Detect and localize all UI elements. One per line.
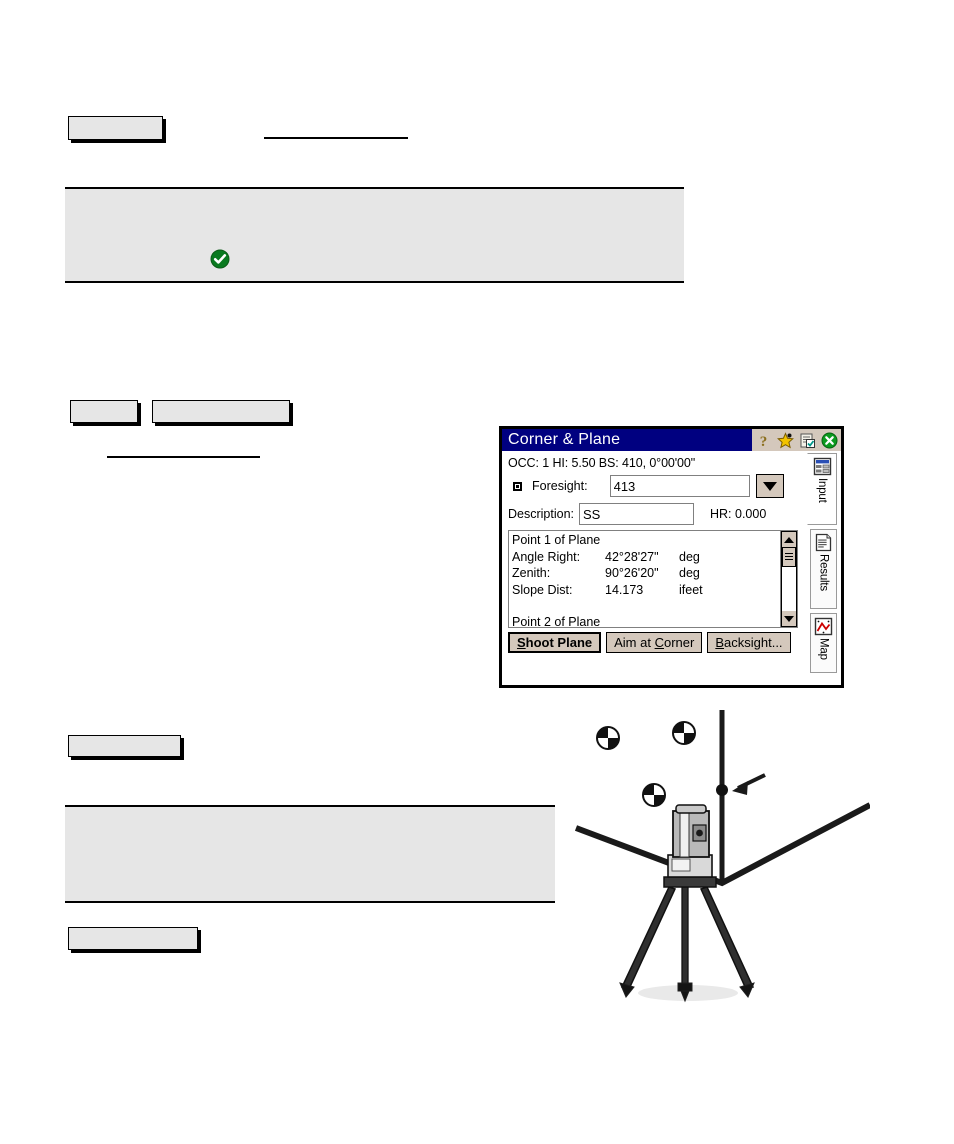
aim-at-corner-label-pre: Aim at — [614, 635, 655, 650]
placeholder-button-lower[interactable] — [68, 735, 181, 757]
placeholder-button-mid-left[interactable] — [70, 400, 138, 423]
list-point-header: Point 1 of Plane — [512, 533, 601, 547]
slope-dist-label: Slope Dist: — [512, 582, 573, 597]
green-check-icon — [210, 249, 230, 269]
survey-target-3 — [642, 783, 666, 807]
map-icon — [814, 617, 833, 636]
list-item — [512, 598, 780, 614]
shoot-plane-label-rest: hoot Plane — [525, 635, 593, 650]
occupied-point-status-line: OCC: 1 HI: 5.50 BS: 410, 0°00'00" — [508, 456, 696, 470]
aim-at-corner-accel: C — [654, 635, 664, 650]
svg-text:?: ? — [760, 434, 768, 449]
backsight-accel: B — [715, 635, 725, 650]
placeholder-rule-mid — [107, 456, 260, 458]
input-form-icon — [813, 457, 831, 476]
close-x-icon[interactable] — [821, 432, 838, 449]
list-item: Point 2 of Plane — [512, 614, 780, 627]
star-icon[interactable] — [777, 431, 794, 449]
slope-dist-unit: ifeet — [679, 582, 703, 597]
angle-right-label: Angle Right: — [512, 549, 581, 564]
tab-map[interactable]: Map — [810, 613, 837, 673]
zenith-unit: deg — [679, 566, 700, 580]
results-doc-icon — [815, 533, 832, 552]
foresight-input[interactable] — [609, 475, 750, 497]
window-title: Corner & Plane — [508, 431, 621, 448]
triangle-down-icon — [784, 615, 794, 622]
tab-results[interactable]: Results — [810, 529, 837, 609]
pointer-arrow — [732, 773, 766, 795]
placeholder-button-bottom[interactable] — [68, 927, 198, 950]
foresight-row: Foresight: — [508, 474, 798, 498]
plane-points-list-content: Point 1 of Plane Angle Right: 42°28'27" … — [509, 531, 780, 627]
total-station-instrument — [667, 804, 713, 878]
total-station-corner-plane-illustration — [574, 710, 870, 1003]
listbox-scrollbar[interactable] — [780, 531, 797, 627]
side-tab-strip: Input Results Map — [803, 451, 841, 685]
title-bar-icon-group: ? — [752, 429, 841, 451]
aim-at-corner-button[interactable]: Aim at Corner — [606, 632, 703, 653]
placeholder-panel-lower — [65, 805, 555, 903]
zenith-label: Zenith: — [512, 566, 551, 580]
description-label: Description: — [508, 507, 574, 521]
scroll-down-button[interactable] — [781, 611, 797, 627]
command-button-bar: Shoot Plane Aim at Corner Backsight... — [508, 632, 798, 653]
foresight-dropdown-button[interactable] — [755, 474, 784, 498]
survey-target-2 — [672, 721, 696, 745]
window-client-area: OCC: 1 HI: 5.50 BS: 410, 0°00'00" Foresi… — [502, 451, 803, 685]
scrollbar-track[interactable] — [781, 547, 797, 611]
tripod-head — [663, 876, 717, 888]
help-question-icon[interactable]: ? — [755, 432, 772, 449]
tab-map-label: Map — [817, 638, 830, 660]
scroll-up-button[interactable] — [781, 531, 797, 547]
placeholder-button-mid-right[interactable] — [152, 400, 290, 423]
aim-at-corner-label-rest: orner — [663, 635, 695, 650]
placeholder-rule-top — [264, 137, 408, 139]
survey-target-1 — [596, 726, 620, 750]
triangle-up-icon — [784, 536, 794, 543]
chevron-down-icon — [762, 481, 777, 491]
description-row: Description: HR: 0.000 — [508, 503, 798, 525]
tab-results-label: Results — [817, 554, 830, 591]
shoot-plane-button[interactable]: Shoot Plane — [508, 632, 602, 653]
plane-points-listbox[interactable]: Point 1 of Plane Angle Right: 42°28'27" … — [508, 530, 798, 628]
foresight-radio-marker[interactable] — [513, 481, 522, 491]
backsight-button[interactable]: Backsight... — [707, 632, 791, 653]
table-row: Angle Right: 42°28'27" deg — [512, 549, 780, 566]
backsight-label-rest: acksight... — [724, 635, 783, 650]
tripod — [619, 886, 755, 1003]
grip-lines-icon — [785, 553, 793, 560]
slope-dist-value: 14.173 — [605, 582, 644, 597]
corner-point-dot — [716, 784, 728, 796]
placeholder-button-top[interactable] — [68, 116, 163, 140]
tab-input[interactable]: Input — [807, 453, 837, 525]
table-row: Slope Dist: 14.173 ifeet — [512, 582, 780, 599]
scrollbar-thumb[interactable] — [782, 547, 796, 567]
corner-and-plane-window: Corner & Plane ? OCC: 1 HI: 5.50 BS: 410… — [499, 426, 844, 688]
placeholder-panel-top — [65, 187, 684, 283]
description-input[interactable] — [579, 503, 694, 525]
list-item: Point 1 of Plane — [512, 532, 780, 549]
window-title-bar: Corner & Plane ? — [502, 429, 841, 451]
angle-right-unit: deg — [679, 549, 700, 564]
tab-input-label: Input — [816, 478, 828, 503]
angle-right-value: 42°28'27" — [605, 549, 659, 564]
hr-value-label: HR: 0.000 — [710, 507, 767, 521]
foresight-label: Foresight: — [532, 479, 588, 493]
zenith-value: 90°26'20" — [605, 566, 659, 580]
table-row: Zenith: 90°26'20" deg — [512, 565, 780, 582]
document-check-icon[interactable] — [799, 432, 816, 449]
shoot-plane-accel: S — [517, 635, 526, 650]
list-next-point-header: Point 2 of Plane — [512, 615, 601, 627]
